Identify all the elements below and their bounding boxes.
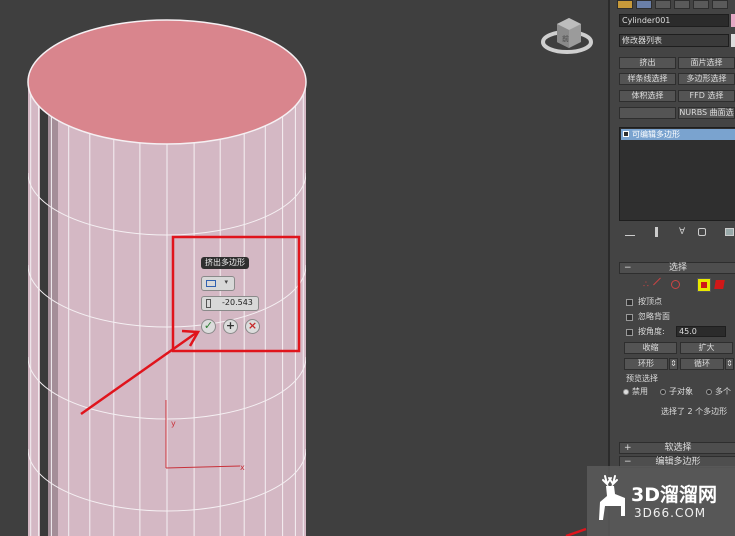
remove-modifier-icon[interactable] bbox=[698, 228, 706, 236]
by-angle-checkbox[interactable] bbox=[626, 329, 633, 336]
chevron-down-icon: ▾ bbox=[224, 278, 228, 286]
apply-add-button[interactable]: + bbox=[223, 319, 238, 334]
annotation-line-lower bbox=[565, 527, 587, 536]
stack-item-editable-poly[interactable]: 可编辑多边形 bbox=[621, 129, 735, 140]
ok-button[interactable]: ✓ bbox=[201, 319, 216, 334]
perspective-viewport[interactable]: y x 前 挤出多边形 ▾ -20.543 ✓ + × bbox=[0, 0, 608, 536]
modifier-button-ffd-select[interactable]: FFD 选择 bbox=[678, 90, 735, 102]
ignore-backfacing-label: 忽略背面 bbox=[638, 312, 670, 321]
ring-button[interactable]: 环形 bbox=[624, 358, 668, 370]
extrude-type-icon bbox=[206, 280, 216, 287]
modifier-button-nurbs-select[interactable]: NURBS 曲面选 bbox=[678, 107, 735, 119]
extrude-caddy[interactable]: 挤出多边形 ▾ -20.543 ✓ + × bbox=[200, 256, 298, 342]
selection-status: 选择了 2 个多边形 bbox=[661, 407, 728, 416]
scene: y x 前 bbox=[27, 18, 593, 536]
watermark-brand: 3D溜溜网 bbox=[631, 484, 717, 506]
configure-sets-icon[interactable] bbox=[725, 228, 734, 236]
modifier-button-extrude[interactable]: 挤出 bbox=[619, 57, 676, 69]
edge-mode-icon[interactable] bbox=[653, 277, 668, 293]
ring-spinner[interactable]: ⇕ bbox=[669, 358, 678, 370]
selection-rollout-header[interactable]: − 选择 bbox=[619, 262, 735, 274]
stack-item-label: 可编辑多边形 bbox=[632, 130, 680, 139]
modifier-button-patch-select[interactable]: 面片选择 bbox=[678, 57, 735, 69]
modifier-button-vol-select[interactable]: 体积选择 bbox=[619, 90, 676, 102]
angle-spinner[interactable]: 45.0 bbox=[676, 326, 726, 337]
modifier-list-dropdown[interactable]: 修改器列表 bbox=[619, 34, 729, 47]
by-vertex-label: 按顶点 bbox=[638, 297, 662, 306]
modify-tab-icon[interactable] bbox=[636, 0, 652, 9]
preview-subobject-label: 子对象 bbox=[669, 387, 693, 396]
selection-title: 选择 bbox=[668, 263, 687, 273]
stack-expand-icon[interactable] bbox=[623, 131, 629, 137]
loop-button[interactable]: 循环 bbox=[680, 358, 724, 370]
stack-toolbar: ∀ bbox=[619, 226, 735, 238]
create-tab-icon[interactable] bbox=[617, 0, 633, 9]
border-mode-icon[interactable] bbox=[671, 280, 680, 289]
grow-button[interactable]: 扩大 bbox=[680, 342, 733, 354]
pin-stack-icon[interactable] bbox=[625, 228, 635, 236]
watermark: 3D溜溜网 3D66.COM bbox=[587, 466, 735, 536]
caddy-title: 挤出多边形 bbox=[201, 257, 249, 269]
soft-selection-title: 软选择 bbox=[664, 443, 692, 453]
modifier-stack[interactable]: 可编辑多边形 bbox=[619, 127, 735, 221]
loop-spinner[interactable]: ⇕ bbox=[725, 358, 734, 370]
viewcube-label: 前 bbox=[562, 34, 569, 43]
ignore-backfacing-checkbox[interactable] bbox=[626, 314, 633, 321]
modifier-button-spline-select[interactable]: 样条线选择 bbox=[619, 73, 676, 85]
preview-multi-label: 多个 bbox=[715, 387, 731, 396]
modifier-button-poly-select[interactable]: 多边形选择 bbox=[678, 73, 735, 85]
axis-x-label: x bbox=[240, 463, 245, 472]
modifier-list-arrow[interactable] bbox=[731, 34, 735, 47]
motion-tab-icon[interactable] bbox=[674, 0, 690, 9]
preview-disabled-label: 禁用 bbox=[632, 387, 648, 396]
cylinder-shadow bbox=[40, 82, 48, 536]
soft-selection-rollout-header[interactable]: + 软选择 bbox=[619, 442, 735, 454]
extrude-type-dropdown[interactable]: ▾ bbox=[201, 276, 235, 291]
command-panel: Cylinder001 修改器列表 挤出 面片选择 样条线选择 多边形选择 体积… bbox=[608, 0, 735, 536]
object-name-field[interactable]: Cylinder001 bbox=[619, 14, 729, 27]
hierarchy-tab-icon[interactable] bbox=[655, 0, 671, 9]
watermark-url: 3D66.COM bbox=[634, 506, 707, 520]
display-tab-icon[interactable] bbox=[693, 0, 709, 9]
extrude-height-field[interactable]: -20.543 bbox=[201, 296, 259, 311]
element-mode-icon[interactable] bbox=[714, 280, 725, 289]
preview-subobject-radio[interactable] bbox=[660, 389, 666, 395]
shrink-button[interactable]: 收缩 bbox=[624, 342, 677, 354]
preview-multi-radio[interactable] bbox=[706, 389, 712, 395]
by-vertex-checkbox[interactable] bbox=[626, 299, 633, 306]
cancel-button[interactable]: × bbox=[245, 319, 260, 334]
show-end-result-icon[interactable] bbox=[655, 227, 658, 237]
axis-y-label: y bbox=[171, 419, 176, 428]
height-value: -20.543 bbox=[222, 298, 253, 307]
polygon-square-icon bbox=[701, 282, 707, 288]
object-color-swatch[interactable] bbox=[731, 14, 735, 27]
vertex-mode-icon[interactable]: ∴ bbox=[643, 281, 651, 290]
make-unique-icon[interactable]: ∀ bbox=[679, 227, 685, 237]
subobject-buttons: ∴ bbox=[619, 277, 735, 293]
utilities-tab-icon[interactable] bbox=[712, 0, 728, 9]
modifier-button-empty[interactable] bbox=[619, 107, 676, 119]
preview-selection-label: 预览选择 bbox=[626, 374, 658, 383]
height-icon bbox=[206, 299, 211, 308]
cylinder-top-cap bbox=[27, 19, 307, 145]
polygon-mode-icon[interactable] bbox=[697, 278, 711, 292]
deer-logo bbox=[599, 475, 625, 520]
by-angle-label: 按角度: bbox=[638, 327, 665, 336]
caddy-title-text: 挤出多边形 bbox=[205, 258, 245, 267]
preview-disabled-radio[interactable] bbox=[623, 389, 629, 395]
